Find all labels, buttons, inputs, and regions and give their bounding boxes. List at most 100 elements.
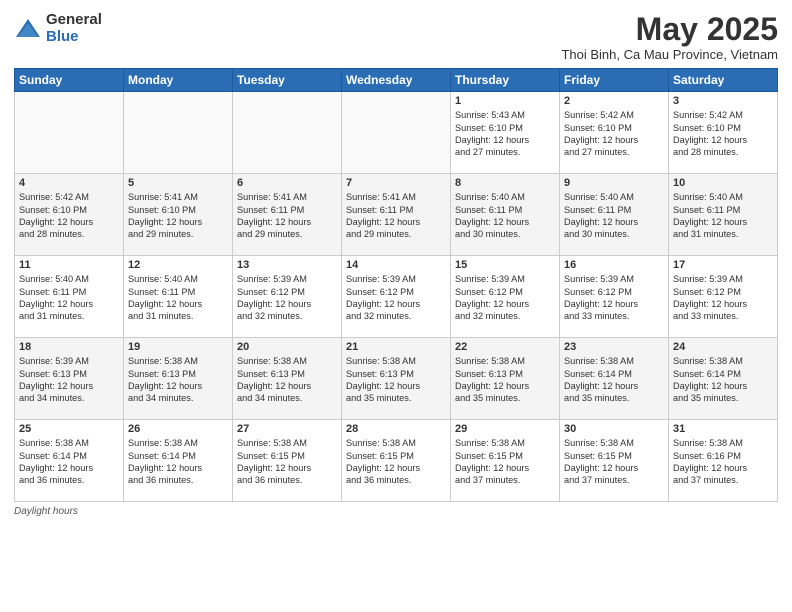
day-number: 8 <box>455 177 555 189</box>
day-number: 4 <box>19 177 119 189</box>
calendar-cell: 6 Sunrise: 5:41 AM Sunset: 6:11 PM Daylig… <box>233 174 342 256</box>
calendar-week-2: 4 Sunrise: 5:42 AM Sunset: 6:10 PM Daylig… <box>15 174 778 256</box>
day-number: 14 <box>346 259 446 271</box>
header: General Blue May 2025 Thoi Binh, Ca Mau … <box>14 12 778 62</box>
calendar-cell: 28 Sunrise: 5:38 AM Sunset: 6:15 PM Dayli… <box>342 420 451 502</box>
column-header-thursday: Thursday <box>451 69 560 92</box>
day-number: 20 <box>237 341 337 353</box>
day-info: Sunrise: 5:39 AM Sunset: 6:12 PM Dayligh… <box>455 273 555 323</box>
calendar-cell: 23 Sunrise: 5:38 AM Sunset: 6:14 PM Dayli… <box>560 338 669 420</box>
day-info: Sunrise: 5:38 AM Sunset: 6:14 PM Dayligh… <box>673 355 773 405</box>
day-number: 30 <box>564 423 664 435</box>
logo-general-text: General <box>46 12 102 29</box>
day-number: 23 <box>564 341 664 353</box>
day-info: Sunrise: 5:43 AM Sunset: 6:10 PM Dayligh… <box>455 109 555 159</box>
calendar-cell: 20Sunrise: 5:38 AM Sunset: 6:13 PM Dayli… <box>233 338 342 420</box>
day-info: Sunrise: 5:38 AM Sunset: 6:15 PM Dayligh… <box>455 437 555 487</box>
calendar-cell: 14 Sunrise: 5:39 AM Sunset: 6:12 PM Dayli… <box>342 256 451 338</box>
logo-text: General Blue <box>46 12 102 45</box>
logo-blue-text: Blue <box>46 29 102 46</box>
calendar-cell: 21 Sunrise: 5:38 AM Sunset: 6:13 PM Dayli… <box>342 338 451 420</box>
day-number: 21 <box>346 341 446 353</box>
day-info: Sunrise: 5:38 AM Sunset: 6:15 PM Dayligh… <box>237 437 337 487</box>
calendar-cell: 10 Sunrise: 5:40 AM Sunset: 6:11 PM Dayli… <box>669 174 778 256</box>
day-number: 19 <box>128 341 228 353</box>
day-number: 18 <box>19 341 119 353</box>
day-info: Sunrise: 5:38 AM Sunset: 6:13 PM Dayligh… <box>455 355 555 405</box>
day-info: Sunrise: 5:39 AM Sunset: 6:12 PM Dayligh… <box>564 273 664 323</box>
calendar-cell: 16 Sunrise: 5:39 AM Sunset: 6:12 PM Dayli… <box>560 256 669 338</box>
calendar-cell: 4 Sunrise: 5:42 AM Sunset: 6:10 PM Daylig… <box>15 174 124 256</box>
day-number: 27 <box>237 423 337 435</box>
column-header-wednesday: Wednesday <box>342 69 451 92</box>
page: General Blue May 2025 Thoi Binh, Ca Mau … <box>0 0 792 612</box>
calendar-week-5: 25 Sunrise: 5:38 AM Sunset: 6:14 PM Dayli… <box>15 420 778 502</box>
day-number: 7 <box>346 177 446 189</box>
day-info: Sunrise: 5:38 AM Sunset: 6:15 PM Dayligh… <box>346 437 446 487</box>
day-info: Sunrise: 5:38 AM Sunset: 6:13 PM Dayligh… <box>346 355 446 405</box>
day-info: Sunrise: 5:42 AM Sunset: 6:10 PM Dayligh… <box>564 109 664 159</box>
calendar-cell: 27 Sunrise: 5:38 AM Sunset: 6:15 PM Dayli… <box>233 420 342 502</box>
calendar-cell <box>342 92 451 174</box>
calendar-week-4: 18Sunrise: 5:39 AM Sunset: 6:13 PM Dayli… <box>15 338 778 420</box>
day-number: 9 <box>564 177 664 189</box>
day-number: 25 <box>19 423 119 435</box>
calendar-table: SundayMondayTuesdayWednesdayThursdayFrid… <box>14 68 778 502</box>
calendar-cell <box>233 92 342 174</box>
day-number: 31 <box>673 423 773 435</box>
calendar-cell: 1 Sunrise: 5:43 AM Sunset: 6:10 PM Daylig… <box>451 92 560 174</box>
calendar-cell: 7 Sunrise: 5:41 AM Sunset: 6:11 PM Daylig… <box>342 174 451 256</box>
day-number: 3 <box>673 95 773 107</box>
calendar-cell: 11 Sunrise: 5:40 AM Sunset: 6:11 PM Dayli… <box>15 256 124 338</box>
footer: Daylight hours <box>14 506 778 517</box>
day-info: Sunrise: 5:41 AM Sunset: 6:11 PM Dayligh… <box>346 191 446 241</box>
day-number: 10 <box>673 177 773 189</box>
column-header-sunday: Sunday <box>15 69 124 92</box>
calendar-week-3: 11 Sunrise: 5:40 AM Sunset: 6:11 PM Dayli… <box>15 256 778 338</box>
day-info: Sunrise: 5:38 AM Sunset: 6:14 PM Dayligh… <box>128 437 228 487</box>
column-header-monday: Monday <box>124 69 233 92</box>
day-number: 5 <box>128 177 228 189</box>
day-info: Sunrise: 5:40 AM Sunset: 6:11 PM Dayligh… <box>564 191 664 241</box>
logo-icon <box>14 15 42 43</box>
day-info: Sunrise: 5:39 AM Sunset: 6:12 PM Dayligh… <box>346 273 446 323</box>
day-number: 29 <box>455 423 555 435</box>
day-info: Sunrise: 5:38 AM Sunset: 6:14 PM Dayligh… <box>19 437 119 487</box>
calendar-header-row: SundayMondayTuesdayWednesdayThursdayFrid… <box>15 69 778 92</box>
day-number: 15 <box>455 259 555 271</box>
day-info: Sunrise: 5:40 AM Sunset: 6:11 PM Dayligh… <box>19 273 119 323</box>
calendar-cell: 12Sunrise: 5:40 AM Sunset: 6:11 PM Dayli… <box>124 256 233 338</box>
calendar-location: Thoi Binh, Ca Mau Province, Vietnam <box>561 47 778 62</box>
calendar-cell: 2 Sunrise: 5:42 AM Sunset: 6:10 PM Daylig… <box>560 92 669 174</box>
day-info: Sunrise: 5:38 AM Sunset: 6:14 PM Dayligh… <box>564 355 664 405</box>
day-info: Sunrise: 5:42 AM Sunset: 6:10 PM Dayligh… <box>19 191 119 241</box>
day-info: Sunrise: 5:40 AM Sunset: 6:11 PM Dayligh… <box>673 191 773 241</box>
calendar-cell: 13Sunrise: 5:39 AM Sunset: 6:12 PM Dayli… <box>233 256 342 338</box>
calendar-cell: 17Sunrise: 5:39 AM Sunset: 6:12 PM Dayli… <box>669 256 778 338</box>
calendar-cell: 19 Sunrise: 5:38 AM Sunset: 6:13 PM Dayli… <box>124 338 233 420</box>
column-header-tuesday: Tuesday <box>233 69 342 92</box>
day-number: 16 <box>564 259 664 271</box>
day-info: Sunrise: 5:39 AM Sunset: 6:12 PM Dayligh… <box>673 273 773 323</box>
calendar-week-1: 1 Sunrise: 5:43 AM Sunset: 6:10 PM Daylig… <box>15 92 778 174</box>
calendar-cell: 30 Sunrise: 5:38 AM Sunset: 6:15 PM Dayli… <box>560 420 669 502</box>
calendar-cell: 8Sunrise: 5:40 AM Sunset: 6:11 PM Daylig… <box>451 174 560 256</box>
column-header-friday: Friday <box>560 69 669 92</box>
footer-label: Daylight hours <box>14 506 78 517</box>
day-number: 6 <box>237 177 337 189</box>
day-info: Sunrise: 5:41 AM Sunset: 6:11 PM Dayligh… <box>237 191 337 241</box>
calendar-cell: 31Sunrise: 5:38 AM Sunset: 6:16 PM Dayli… <box>669 420 778 502</box>
day-number: 2 <box>564 95 664 107</box>
day-number: 26 <box>128 423 228 435</box>
day-info: Sunrise: 5:41 AM Sunset: 6:10 PM Dayligh… <box>128 191 228 241</box>
calendar-cell: 29 Sunrise: 5:38 AM Sunset: 6:15 PM Dayli… <box>451 420 560 502</box>
day-number: 12 <box>128 259 228 271</box>
day-number: 1 <box>455 95 555 107</box>
day-info: Sunrise: 5:38 AM Sunset: 6:13 PM Dayligh… <box>128 355 228 405</box>
day-number: 28 <box>346 423 446 435</box>
day-number: 11 <box>19 259 119 271</box>
day-info: Sunrise: 5:38 AM Sunset: 6:15 PM Dayligh… <box>564 437 664 487</box>
calendar-cell: 9 Sunrise: 5:40 AM Sunset: 6:11 PM Daylig… <box>560 174 669 256</box>
calendar-cell: 25 Sunrise: 5:38 AM Sunset: 6:14 PM Dayli… <box>15 420 124 502</box>
title-block: May 2025 Thoi Binh, Ca Mau Province, Vie… <box>561 12 778 62</box>
